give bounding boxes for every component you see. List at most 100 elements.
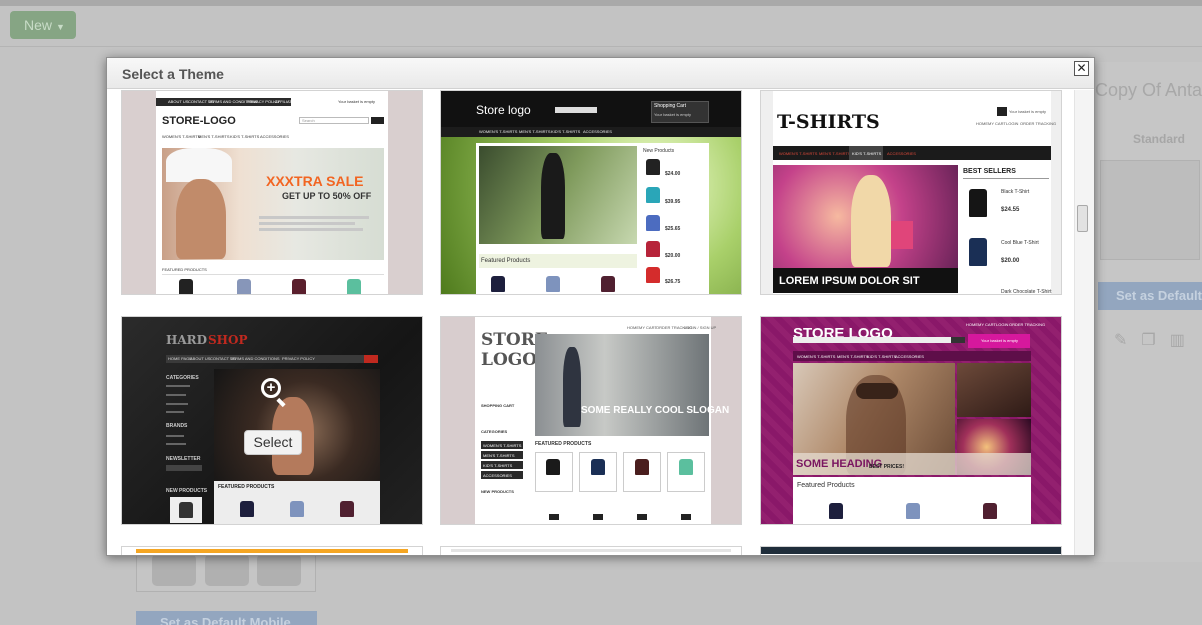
theme-card-4[interactable]: HARD SHOP HOME PAGE ABOUT US CONTACT US …: [121, 316, 423, 525]
product-image: [491, 276, 505, 292]
divider: [963, 178, 1049, 179]
section-title: Featured Products: [797, 482, 855, 489]
search-input: [555, 107, 597, 113]
dialog-header: Select a Theme ✕: [107, 58, 1094, 89]
sidebar-heading: CATEGORIES: [481, 429, 508, 434]
banner-slogan: SOME REALLY COOL SLOGAN: [581, 405, 730, 416]
new-button[interactable]: New ▼: [10, 11, 76, 39]
product-image: [646, 159, 660, 175]
side-image-1: [957, 363, 1031, 417]
top-link: LOGIN: [1006, 121, 1019, 126]
product-name: Black T-Shirt: [1001, 189, 1030, 195]
product-image: [829, 503, 843, 519]
product-image: [591, 459, 605, 475]
copy-icon[interactable]: ❐: [1141, 332, 1169, 349]
top-link: HOME: [627, 325, 639, 330]
menu-item: WOMEN'S T-SHIRTS: [797, 354, 836, 359]
top-link: HOME: [976, 121, 988, 126]
price: $24.55: [1001, 207, 1020, 213]
menu-item: KID'S T-SHIRTS: [852, 151, 882, 156]
scrollbar-thumb[interactable]: [1077, 205, 1088, 232]
theme-preview: [136, 549, 408, 553]
menu-item: ACCESSORIES: [895, 354, 924, 359]
scrollbar-track[interactable]: [1074, 90, 1094, 555]
product-image: [679, 459, 693, 475]
shopping-bag-image: [891, 221, 913, 249]
price: $26.75: [665, 279, 681, 285]
theme-card-6[interactable]: STORE LOGO HOME MY CART LOGIN ORDER TRAC…: [760, 316, 1062, 525]
tab-standard[interactable]: Standard: [1133, 132, 1185, 146]
top-link: MY CART: [988, 121, 1006, 126]
price: $39.95: [665, 199, 681, 205]
theme-card-3[interactable]: T-SHIRTS Your basket is empty HOME MY CA…: [760, 90, 1062, 295]
theme-card-2[interactable]: Store logo Shopping Cart Your basket is …: [440, 90, 742, 295]
store-logo: STORE-LOGO: [162, 115, 236, 127]
model-face-image: [176, 179, 226, 259]
top-link: HOME: [966, 322, 978, 327]
price: $24.00: [665, 171, 681, 177]
theme-preview-thumb: [1100, 160, 1200, 260]
new-button-label: New: [24, 17, 53, 33]
divider: [162, 274, 384, 275]
set-default-mobile-button[interactable]: Set as Default Mobile: [136, 611, 317, 625]
category-label: ACCESSORIES: [483, 473, 512, 478]
banner-headline: XXXTRA SALE: [266, 173, 364, 189]
store-logo: Store logo: [476, 103, 531, 117]
top-link: LOGIN / SIGN UP: [684, 325, 717, 330]
theme-card-7[interactable]: [121, 546, 423, 555]
cart-count: [997, 107, 1007, 116]
theme-grid: ABOUT US CONTACT US TERMS AND CONDITIONS…: [107, 90, 1094, 555]
search-placeholder: Search: [302, 118, 315, 123]
theme-preview: [451, 549, 731, 552]
theme-actions: ✎❐▥: [1114, 330, 1199, 350]
menu-item: KID'S T-SHIRTS: [551, 129, 581, 134]
store-logo: T-SHIRTS: [777, 111, 880, 133]
model-image: [541, 153, 565, 239]
theme-card-5[interactable]: STORE LOGO HOME MY CART ORDER TRACKING L…: [440, 316, 742, 525]
section-title: FEATURED PRODUCTS: [162, 267, 207, 272]
category-label: KID'S T-SHIRTS: [483, 463, 513, 468]
set-default-button[interactable]: Set as Default: [1098, 282, 1202, 310]
close-button[interactable]: ✕: [1074, 61, 1089, 76]
menu-item: WOMEN'S T-SHIRTS: [162, 134, 201, 139]
menu-item: MEN'S T-SHIRTS: [198, 134, 230, 139]
top-link: ORDER TRACKING: [1009, 322, 1046, 327]
sidebar-heading: SHOPPING CART: [481, 403, 515, 408]
product-image: [179, 279, 193, 294]
sidebar-title: BEST SELLERS: [963, 168, 1016, 175]
edit-icon[interactable]: ✎: [1114, 332, 1141, 349]
trash-icon[interactable]: ▥: [1170, 332, 1199, 349]
select-button[interactable]: Select: [244, 430, 302, 455]
category-label: MEN'S T-SHIRTS: [483, 453, 515, 458]
sidebar-heading: NEW PRODUCTS: [481, 489, 514, 494]
product-image: [292, 279, 306, 294]
product-image: [983, 503, 997, 519]
top-link: MY CART: [639, 325, 657, 330]
search-button: [951, 337, 965, 343]
price: $25.65: [665, 226, 681, 232]
theme-card-9[interactable]: [760, 546, 1062, 555]
model-image: [563, 347, 581, 427]
search-input: [793, 337, 951, 343]
cart-title: Shopping Cart: [654, 103, 686, 109]
price: $20.00: [1001, 258, 1020, 264]
product-name: Dark Chocolate T-Shirt: [1001, 289, 1052, 295]
top-link: MY CART: [978, 322, 996, 327]
theme-card-1[interactable]: ABOUT US CONTACT US TERMS AND CONDITIONS…: [121, 90, 423, 295]
category-label: WOMEN'S T-SHIRTS: [483, 443, 522, 448]
product-image: [646, 187, 660, 203]
theme-card-8[interactable]: [440, 546, 742, 555]
basket-text: Your basket is empty: [1009, 109, 1046, 114]
product-image: [635, 459, 649, 475]
zoom-in-icon[interactable]: +: [261, 378, 281, 398]
menu-item: ACCESSORIES: [260, 134, 289, 139]
menu-item: MEN'S T-SHIRTS: [837, 354, 869, 359]
price: $20.00: [665, 253, 681, 259]
banner-subheading: BEST PRICES!: [869, 464, 905, 470]
model-image: [851, 175, 891, 267]
product-image: [237, 279, 251, 294]
product-image: [546, 459, 560, 475]
menu-item: WOMEN'S T-SHIRTS: [479, 129, 518, 134]
product-image: [969, 189, 987, 217]
store-logo: LOGO: [481, 350, 538, 370]
